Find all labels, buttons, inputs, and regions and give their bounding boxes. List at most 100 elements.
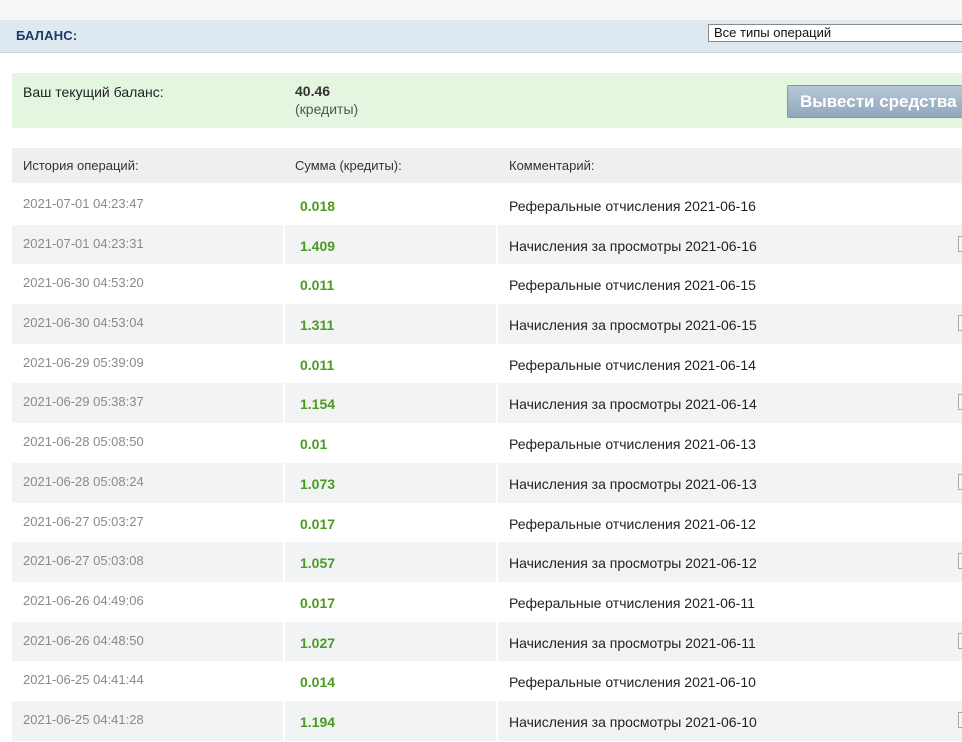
- date-cell: 2021-06-29 05:39:09: [12, 344, 283, 384]
- amount-cell: 0.011: [285, 264, 496, 304]
- operation-comment: Реферальные отчисления 2021-06-16: [509, 198, 756, 214]
- operation-comment: Начисления за просмотры 2021-06-12: [509, 555, 757, 572]
- operation-comment: Реферальные отчисления 2021-06-14: [509, 356, 756, 373]
- operation-datetime: 2021-06-29 05:38:37: [23, 394, 144, 410]
- operation-amount: 1.073: [300, 475, 336, 492]
- balance-value: 40.46: [295, 83, 331, 99]
- comment-cell: Начисления за просмотры 2021-06-10: [498, 700, 962, 741]
- operation-amount: 0.01: [300, 436, 328, 453]
- operation-amount: 0.018: [300, 198, 336, 214]
- operation-amount: 1.057: [300, 555, 336, 572]
- amount-cell: 1.154: [285, 383, 496, 424]
- amount-cell: 1.409: [285, 224, 496, 265]
- row-details-button[interactable]: [958, 473, 962, 490]
- operation-comment: Начисления за просмотры 2021-06-15: [509, 317, 757, 334]
- row-details-button[interactable]: [958, 711, 962, 728]
- operation-comment: Начисления за просмотры 2021-06-16: [509, 237, 757, 254]
- row-details-button[interactable]: [958, 315, 962, 332]
- balance-label: Ваш текущий баланс:: [23, 84, 164, 100]
- amount-cell: 0.011: [285, 344, 496, 384]
- operation-datetime: 2021-06-25 04:41:28: [23, 711, 144, 727]
- operation-datetime: 2021-06-30 04:53:04: [23, 315, 144, 331]
- operation-amount: 0.011: [300, 277, 335, 294]
- operation-datetime: 2021-06-25 04:41:44: [23, 672, 144, 688]
- amount-cell: 0.01: [285, 423, 496, 463]
- operations-table-header: История операций: Сумма (кредиты): Комме…: [12, 148, 962, 183]
- operation-amount: 1.311: [300, 317, 335, 334]
- operation-datetime: 2021-06-28 05:08:24: [23, 473, 144, 489]
- operation-datetime: 2021-06-30 04:53:20: [23, 275, 144, 291]
- comment-cell: Реферальные отчисления 2021-06-11: [498, 582, 962, 622]
- table-row: 2021-06-30 04:53:04 1.311 Начисления за пр…: [12, 304, 962, 344]
- row-details-button[interactable]: [958, 632, 962, 649]
- operation-type-select[interactable]: Все типы операций: [708, 24, 962, 42]
- comment-cell: Начисления за просмотры 2021-06-11: [498, 621, 962, 662]
- table-row: 2021-07-01 04:23:47 0.018 Реферальные отчи…: [12, 185, 962, 225]
- amount-cell: 0.017: [285, 582, 496, 622]
- date-cell: 2021-07-01 04:23:47: [12, 185, 283, 225]
- comment-cell: Реферальные отчисления 2021-06-13: [498, 423, 962, 463]
- operation-comment: Начисления за просмотры 2021-06-14: [509, 396, 757, 413]
- operation-amount: 1.194: [300, 713, 336, 730]
- operation-comment: Реферальные отчисления 2021-06-12: [509, 515, 756, 532]
- comment-cell: Начисления за просмотры 2021-06-16: [498, 224, 962, 265]
- row-details-button[interactable]: [958, 553, 962, 570]
- table-row: 2021-06-28 05:08:24 1.073 Начисления за пр…: [12, 462, 962, 503]
- row-details-button[interactable]: [958, 235, 962, 252]
- table-row: 2021-06-29 05:38:37 1.154 Начисления за пр…: [12, 383, 962, 424]
- operation-comment: Реферальные отчисления 2021-06-13: [509, 436, 756, 453]
- operation-comment: Реферальные отчисления 2021-06-15: [509, 277, 756, 294]
- table-row: 2021-06-29 05:39:09 0.011 Реферальные отчи…: [12, 344, 962, 384]
- date-cell: 2021-06-25 04:41:44: [12, 661, 283, 701]
- comment-cell: Реферальные отчисления 2021-06-12: [498, 503, 962, 543]
- operation-comment: Начисления за просмотры 2021-06-10: [509, 713, 757, 730]
- date-cell: 2021-06-26 04:48:50: [12, 621, 283, 662]
- operation-datetime: 2021-06-27 05:03:27: [23, 513, 144, 529]
- operation-datetime: 2021-06-26 04:48:50: [23, 632, 144, 648]
- operation-datetime: 2021-07-01 04:23:31: [23, 235, 144, 251]
- operation-amount: 0.011: [300, 356, 335, 373]
- date-cell: 2021-06-28 05:08:50: [12, 423, 283, 463]
- comment-cell: Начисления за просмотры 2021-06-13: [498, 462, 962, 503]
- withdraw-funds-button[interactable]: Вывести средства: [787, 85, 962, 118]
- row-details-button[interactable]: [958, 394, 962, 411]
- table-row: 2021-06-26 04:49:06 0.017 Реферальные отчи…: [12, 582, 962, 622]
- comment-cell: Начисления за просмотры 2021-06-15: [498, 304, 962, 344]
- operation-amount: 0.014: [300, 674, 336, 691]
- date-cell: 2021-06-25 04:41:28: [12, 700, 283, 741]
- operation-amount: 1.409: [300, 237, 336, 254]
- comment-cell: Реферальные отчисления 2021-06-16: [498, 185, 962, 225]
- top-strip: [0, 0, 962, 20]
- date-cell: 2021-06-27 05:03:08: [12, 542, 283, 582]
- amount-cell: 1.027: [285, 621, 496, 662]
- date-cell: 2021-06-26 04:49:06: [12, 582, 283, 622]
- table-row: 2021-06-25 04:41:28 1.194 Начисления за пр…: [12, 700, 962, 741]
- comment-cell: Реферальные отчисления 2021-06-10: [498, 661, 962, 701]
- column-header-history: История операций:: [23, 158, 139, 173]
- operation-amount: 0.017: [300, 515, 336, 532]
- balance-header-bar: БАЛАНС: Все типы операций: [0, 20, 962, 53]
- operation-comment: Начисления за просмотры 2021-06-13: [509, 475, 757, 492]
- operation-comment: Реферальные отчисления 2021-06-11: [509, 594, 755, 611]
- table-row: 2021-06-28 05:08:50 0.01 Реферальные отчис…: [12, 423, 962, 463]
- operations-table-body: 2021-07-01 04:23:47 0.018 Реферальные отчи…: [12, 185, 962, 741]
- operation-datetime: 2021-06-29 05:39:09: [23, 354, 144, 370]
- table-row: 2021-07-01 04:23:31 1.409 Начисления за пр…: [12, 224, 962, 265]
- table-row: 2021-06-27 05:03:08 1.057 Начисления за пр…: [12, 542, 962, 582]
- operation-datetime: 2021-07-01 04:23:47: [23, 196, 144, 211]
- date-cell: 2021-06-27 05:03:27: [12, 503, 283, 543]
- page-title: БАЛАНС:: [16, 28, 78, 43]
- date-cell: 2021-06-29 05:38:37: [12, 383, 283, 424]
- balance-unit: (кредиты): [295, 101, 359, 117]
- date-cell: 2021-06-30 04:53:04: [12, 304, 283, 344]
- table-row: 2021-06-27 05:03:27 0.017 Реферальные отчи…: [12, 503, 962, 543]
- operation-amount: 1.027: [300, 634, 336, 651]
- date-cell: 2021-06-30 04:53:20: [12, 264, 283, 304]
- operation-comment: Начисления за просмотры 2021-06-11: [509, 634, 756, 651]
- comment-cell: Начисления за просмотры 2021-06-14: [498, 383, 962, 424]
- date-cell: 2021-06-28 05:08:24: [12, 462, 283, 503]
- amount-cell: 0.017: [285, 503, 496, 543]
- comment-cell: Начисления за просмотры 2021-06-12: [498, 542, 962, 582]
- operation-datetime: 2021-06-26 04:49:06: [23, 592, 144, 608]
- operation-datetime: 2021-06-28 05:08:50: [23, 434, 144, 450]
